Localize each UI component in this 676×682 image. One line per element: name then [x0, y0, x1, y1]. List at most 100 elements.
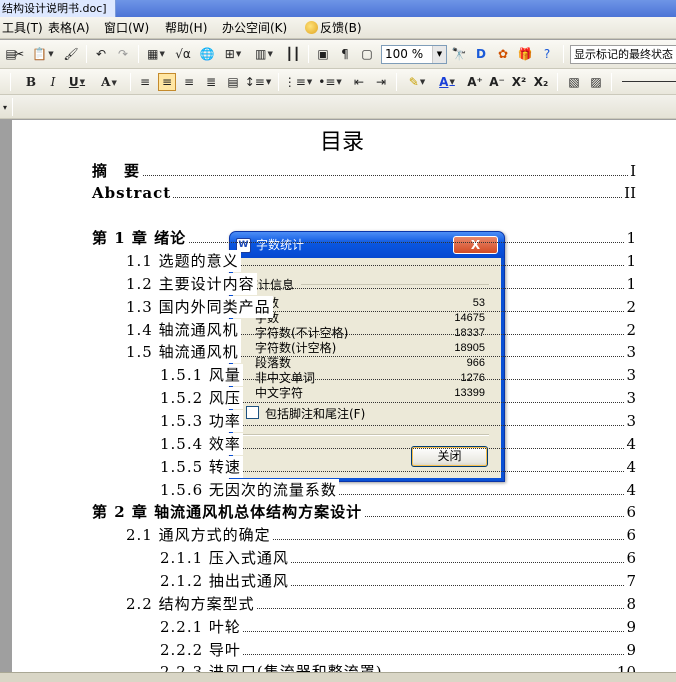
toc-entry-page: 9 — [624, 616, 636, 638]
toc-entry-text: 1.5.5 转速 — [160, 456, 243, 478]
line-spacing-icon[interactable]: ↕≡ ▼ — [245, 73, 272, 91]
numbering-icon[interactable]: ⋮≡ ▼ — [284, 73, 312, 91]
dialog-close-button[interactable]: X — [453, 236, 498, 254]
separator — [86, 45, 87, 63]
toc-entry-page: 1 — [624, 227, 636, 249]
dialog-titlebar[interactable]: W 字数统计 X — [230, 232, 504, 258]
justify-icon[interactable]: ≣ — [202, 73, 220, 91]
standard-toolbar: ▤ ✂ 📋 ▼ 🖌 ↶ ↷ ▦ ▼ √α 🌐 ⊞ ▼ ▥ ▼ ┃┃ ▣ ¶ ▢ 100 … — [0, 40, 676, 69]
tables-borders-icon[interactable]: ⊞ ▼ — [220, 45, 246, 63]
toc-entry-text: 1.5 轴流通风机 — [126, 341, 241, 363]
stat-value: 1276 — [460, 372, 485, 384]
markup-display-select[interactable]: 显示标记的最终状态 — [570, 45, 676, 64]
stat-value: 966 — [466, 357, 485, 369]
toc-entry-page: 7 — [624, 570, 636, 592]
drawing-icon[interactable]: ┃┃ — [284, 45, 302, 63]
office-assistant-icon[interactable]: ✿ — [494, 45, 512, 63]
reading-mode-icon[interactable]: D — [472, 45, 490, 63]
separator — [611, 73, 612, 91]
menu-feedback[interactable]: 反馈(B) — [303, 20, 364, 36]
menu-office-space[interactable]: 办公空间(K) — [220, 20, 289, 36]
include-footnotes-checkbox[interactable] — [246, 406, 259, 419]
include-footnotes-label[interactable]: 包括脚注和尾注(F) — [265, 405, 365, 422]
align-right-icon[interactable]: ≡ — [180, 73, 198, 91]
binoculars-icon[interactable]: 🔭 — [450, 45, 468, 63]
toc-entry-text: 1.5.1 风量 — [160, 364, 243, 386]
border-line-style[interactable] — [622, 81, 676, 82]
align-left-icon[interactable]: ≡ — [136, 73, 154, 91]
show-formatting-icon[interactable]: ¶ — [336, 45, 354, 63]
toc-entry[interactable]: 2.1.1 压入式通风 6 — [160, 547, 636, 569]
toolbar-overflow-icon[interactable]: ▾ — [0, 98, 10, 116]
gift-icon[interactable]: 🎁 — [516, 45, 534, 63]
separator — [308, 45, 309, 63]
columns-icon[interactable]: ▥ ▼ — [252, 45, 276, 63]
cut-icon[interactable]: ✂ — [10, 45, 28, 63]
toc-entry[interactable]: Abstract II — [92, 182, 636, 204]
grow-font-icon[interactable]: A⁺ — [466, 73, 484, 91]
increase-indent-icon[interactable]: ⇥ — [372, 73, 390, 91]
document-map-icon[interactable]: ▢ — [358, 45, 376, 63]
paste-icon[interactable]: 📋 ▼ — [30, 45, 56, 63]
separator — [130, 73, 131, 91]
undo-icon[interactable]: ↶ — [92, 45, 110, 63]
separator — [396, 73, 397, 91]
toc-entry-text: 1.5.6 无因次的流量系数 — [160, 479, 339, 501]
styles-pane-icon[interactable]: ▧ — [565, 73, 583, 91]
menu-tools[interactable]: 工具(T) — [0, 20, 45, 36]
menu-table[interactable]: 表格(A) — [46, 20, 92, 36]
redo-icon[interactable]: ↷ — [114, 45, 132, 63]
menu-window[interactable]: 窗口(W) — [102, 20, 151, 36]
toc-entry[interactable]: 1.5.6 无因次的流量系数 4 — [160, 479, 636, 501]
shrink-font-icon[interactable]: A⁻ — [488, 73, 506, 91]
zoom-select[interactable]: 100 % ▼ — [381, 45, 447, 64]
hyperlink-globe-icon[interactable]: 🌐 — [198, 45, 216, 63]
superscript-icon[interactable]: X² — [510, 73, 528, 91]
underline-icon[interactable]: U ▼ — [66, 73, 88, 91]
char-shading-icon[interactable]: A ▼ — [96, 73, 122, 91]
toc-entry[interactable]: 2.1.2 抽出式通风 7 — [160, 570, 636, 592]
close-button[interactable]: 关闭 — [411, 446, 488, 467]
window-titlebar: 结构设计说明书.doc] — [0, 0, 676, 17]
stat-label: 字符数(计空格) — [255, 341, 337, 355]
toc-entry-page: 1 — [624, 250, 636, 272]
toc-entry[interactable]: 2.1 通风方式的确定 6 — [126, 524, 636, 546]
toc-entry-text: 2.2.1 叶轮 — [160, 616, 243, 638]
toc-entry-page: 6 — [624, 524, 636, 546]
insert-table-icon[interactable]: ▦ ▼ — [144, 45, 168, 63]
distributed-align-icon[interactable]: ▤ — [224, 73, 242, 91]
toc-entry-page: II — [622, 182, 636, 204]
highlight-icon[interactable]: ✎ ▼ — [404, 73, 430, 91]
formula-icon[interactable]: √α — [174, 45, 192, 63]
menu-help[interactable]: 帮助(H) — [163, 20, 209, 36]
chevron-down-icon[interactable]: ▼ — [432, 46, 446, 63]
stat-value: 13399 — [454, 387, 485, 399]
separator — [138, 45, 139, 63]
help-icon[interactable]: ? — [538, 45, 556, 63]
bold-icon[interactable]: B — [22, 73, 40, 91]
toc-entry[interactable]: 2.2 结构方案型式 8 — [126, 593, 636, 615]
toc-entry-page: 6 — [624, 547, 636, 569]
stat-value: 14675 — [454, 312, 485, 324]
toc-entry-text: Abstract — [92, 182, 174, 204]
toc-entry[interactable]: 摘 要I — [92, 160, 636, 182]
bullets-icon[interactable]: •≡ ▼ — [318, 73, 342, 91]
new-style-icon[interactable]: ▨ — [587, 73, 605, 91]
stat-row-non-chinese-words: 非中文单词 1276 — [255, 371, 485, 385]
stat-label: 字符数(不计空格) — [255, 326, 349, 340]
decrease-indent-icon[interactable]: ⇤ — [350, 73, 368, 91]
font-color-icon[interactable]: A ▼ — [434, 73, 460, 91]
toc-entry[interactable]: 2.2.2 导叶 9 — [160, 639, 636, 661]
align-center-icon[interactable]: ≡ — [158, 73, 176, 91]
document-title: 结构设计说明书.doc] — [0, 0, 116, 17]
toc-entry-text: 1.5.4 效率 — [160, 433, 243, 455]
stat-row-words: 字数 14675 — [255, 311, 485, 325]
format-painter-icon[interactable]: 🖌 — [62, 45, 80, 63]
toc-entry[interactable]: 2.2.3 进风口(集流器和整流罩) 10 — [160, 661, 636, 672]
toc-entry[interactable]: 2.2.1 叶轮 9 — [160, 616, 636, 638]
toc-entry-page: 4 — [624, 433, 636, 455]
insert-image-icon[interactable]: ▣ — [314, 45, 332, 63]
italic-icon[interactable]: I — [44, 73, 62, 91]
subscript-icon[interactable]: X₂ — [532, 73, 550, 91]
toc-entry[interactable]: 第 2 章 轴流通风机总体结构方案设计 6 — [92, 501, 636, 523]
